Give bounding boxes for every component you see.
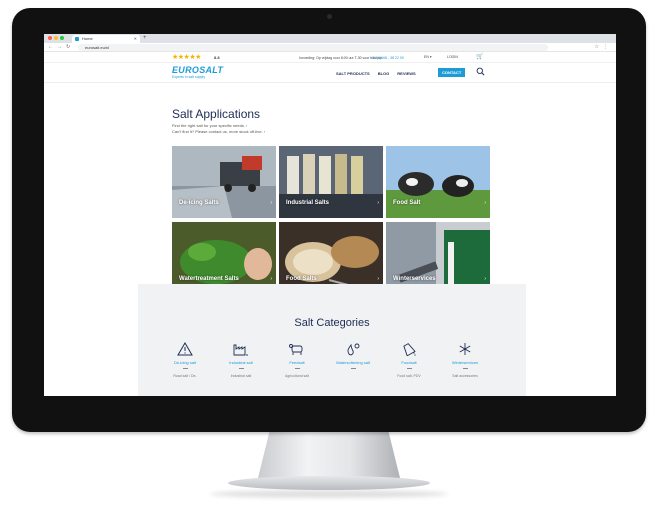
warning-triangle-icon bbox=[177, 342, 193, 356]
category-de-icing-salt[interactable]: De-icing salt Road salt / De- bbox=[160, 342, 210, 378]
tile-label: Food Salts bbox=[286, 276, 317, 282]
category-sub: Agricultural salt bbox=[285, 374, 309, 378]
snowflake-icon bbox=[459, 343, 471, 355]
monitor-base bbox=[228, 476, 430, 490]
nav-reviews[interactable]: REVIEWS bbox=[397, 71, 415, 76]
forward-icon[interactable]: → bbox=[57, 44, 62, 50]
category-label: Feedsalt bbox=[289, 360, 305, 365]
window-controls bbox=[48, 36, 64, 40]
divider bbox=[350, 368, 356, 369]
site-header: EUROSALT Experts in salt supply SALT PRO… bbox=[44, 63, 616, 83]
cart-icon[interactable]: 🛒 bbox=[476, 53, 483, 60]
browser-extensions-icons[interactable]: ☆⋮ bbox=[595, 44, 612, 50]
chevron-right-icon: › bbox=[377, 276, 379, 282]
divider bbox=[406, 368, 412, 369]
application-tiles: De-icing Salts › Industrial Salts › Food… bbox=[172, 146, 490, 294]
categories-section: Salt Categories De-icing salt Road salt … bbox=[138, 284, 526, 396]
rating-value: 8.8 bbox=[214, 55, 220, 60]
industrial-photo bbox=[279, 146, 383, 218]
category-sub: Salt accessories bbox=[452, 374, 478, 378]
nav-blog[interactable]: BLOG bbox=[378, 71, 390, 76]
address-bar[interactable]: eurosalt.eu/nl bbox=[78, 44, 548, 51]
category-label: Foodsalt bbox=[401, 360, 417, 365]
category-sub: Food salt, PDV bbox=[397, 374, 421, 378]
back-icon[interactable]: ← bbox=[48, 44, 53, 50]
maximize-window-button[interactable] bbox=[60, 36, 64, 40]
tile-label: De-icing Salts bbox=[179, 200, 219, 206]
category-label: Watersoftening salt bbox=[335, 360, 371, 365]
rating-stars-icon: ★★★★★ bbox=[172, 54, 201, 61]
water-drops-icon bbox=[347, 343, 360, 356]
divider bbox=[294, 368, 300, 369]
salt-shaker-icon bbox=[403, 343, 416, 356]
language-selector[interactable]: EN ▾ bbox=[424, 55, 432, 59]
close-window-button[interactable] bbox=[48, 36, 52, 40]
webcam bbox=[327, 14, 332, 19]
chevron-right-icon: › bbox=[270, 200, 272, 206]
stand-shadow bbox=[210, 490, 448, 498]
login-link[interactable]: LOGIN bbox=[447, 55, 458, 59]
minimize-window-button[interactable] bbox=[54, 36, 58, 40]
page-subtitle-contact[interactable]: Can't find it? Please contact us, more s… bbox=[172, 129, 265, 134]
tile-label: Watertreatment Salts bbox=[179, 276, 239, 282]
divider bbox=[462, 368, 468, 369]
new-tab-icon[interactable]: + bbox=[143, 34, 147, 43]
category-industrial-salt[interactable]: Industrial salt Industrial salt bbox=[216, 342, 266, 378]
tile-feed-salt[interactable]: Food Salt › bbox=[386, 146, 490, 218]
chevron-right-icon: › bbox=[484, 200, 486, 206]
contact-button[interactable]: CONTACT bbox=[438, 68, 466, 77]
browser-toolbar: ← → ↻ eurosalt.eu/nl ☆⋮ bbox=[44, 43, 616, 52]
site-tagline: Experts in salt supply bbox=[172, 75, 206, 79]
category-winterservices[interactable]: Winterservices Salt accessories bbox=[440, 342, 490, 378]
category-feedsalt[interactable]: Feedsalt Agricultural salt bbox=[272, 342, 322, 378]
tile-label: Food Salt bbox=[393, 200, 421, 206]
site-top-bar: ★★★★★ 8.8 Invoeding: Op vrijdag voor 8:0… bbox=[44, 52, 616, 63]
de-icing-photo bbox=[172, 146, 276, 218]
category-label: Industrial salt bbox=[229, 360, 253, 365]
category-watersoftening-salt[interactable]: Watersoftening salt bbox=[328, 342, 378, 374]
reload-icon[interactable]: ↻ bbox=[66, 44, 70, 50]
chevron-right-icon: › bbox=[484, 276, 486, 282]
category-sub: Industrial salt bbox=[230, 374, 252, 378]
factory-icon bbox=[233, 344, 248, 356]
category-label: De-icing salt bbox=[173, 360, 196, 365]
site-logo[interactable]: EUROSALT bbox=[172, 65, 223, 75]
divider bbox=[238, 368, 244, 369]
browser-window: Home ✕ + ← → ↻ eurosalt.eu/nl ☆⋮ ★★★★★ 8… bbox=[44, 34, 616, 396]
tile-industrial-salts[interactable]: Industrial Salts › bbox=[279, 146, 383, 218]
divider bbox=[182, 368, 188, 369]
nav-salt-products[interactable]: SALT PRODUCTS bbox=[336, 71, 370, 76]
phone-link[interactable]: +31 (0)168 - 38 22 00 bbox=[370, 56, 404, 60]
category-foodsalt[interactable]: Foodsalt Food salt, PDV bbox=[384, 342, 434, 378]
browser-tab[interactable]: Home ✕ bbox=[72, 35, 140, 43]
tab-close-icon[interactable]: ✕ bbox=[134, 35, 137, 43]
monitor-scene: Home ✕ + ← → ↻ eurosalt.eu/nl ☆⋮ ★★★★★ 8… bbox=[0, 0, 658, 513]
chevron-right-icon: › bbox=[377, 200, 379, 206]
category-label: Winterservices bbox=[451, 360, 479, 365]
category-sub: Road salt / De- bbox=[173, 374, 197, 378]
categories-title: Salt Categories bbox=[294, 317, 370, 329]
tab-title: Home bbox=[82, 36, 93, 41]
favicon-icon bbox=[75, 37, 79, 41]
page-subtitle[interactable]: Find the right salt for your specific ne… bbox=[172, 123, 247, 128]
tile-de-icing-salts[interactable]: De-icing Salts › bbox=[172, 146, 276, 218]
monitor-stand bbox=[258, 432, 400, 478]
main-nav: SALT PRODUCTS BLOG REVIEWS bbox=[336, 71, 416, 76]
tile-label: Winterservices bbox=[393, 276, 436, 282]
browser-tab-bar: Home ✕ + bbox=[44, 34, 616, 43]
search-icon[interactable] bbox=[476, 67, 485, 76]
chevron-right-icon: › bbox=[270, 276, 272, 282]
feed-photo bbox=[386, 146, 490, 218]
cow-icon bbox=[289, 344, 303, 355]
page-title: Salt Applications bbox=[172, 107, 261, 121]
tile-label: Industrial Salts bbox=[286, 200, 330, 206]
